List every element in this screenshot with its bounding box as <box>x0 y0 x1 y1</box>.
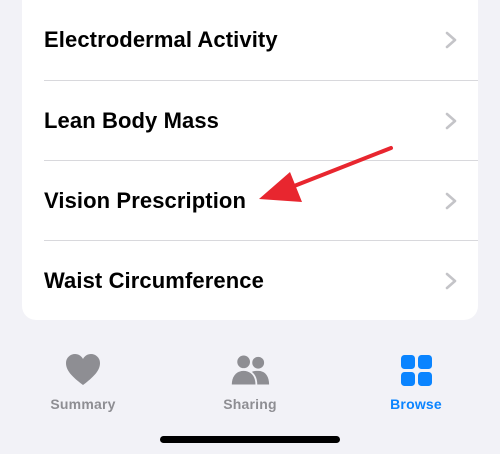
list-item-label: Lean Body Mass <box>44 108 220 133</box>
heart-icon <box>66 354 100 385</box>
list-item-electrodermal-activity[interactable]: Electrodermal Activity <box>22 0 478 80</box>
tab-browse[interactable]: Browse <box>361 352 471 414</box>
tab-label: Browse <box>390 396 442 412</box>
chevron-right-icon <box>445 31 457 49</box>
chevron-right-icon <box>445 192 457 210</box>
list-item-label: Electrodermal Activity <box>44 27 278 52</box>
people-icon <box>231 355 270 385</box>
list-item-waist-circumference[interactable]: Waist Circumference <box>22 241 478 320</box>
list-item-label: Vision Prescription <box>44 188 246 213</box>
tab-label: Sharing <box>223 396 277 412</box>
home-indicator <box>160 436 340 443</box>
list-item-lean-body-mass[interactable]: Lean Body Mass <box>22 81 478 161</box>
tab-summary[interactable]: Summary <box>28 352 138 414</box>
tab-label: Summary <box>50 396 116 412</box>
browse-list-card: Electrodermal Activity Lean Body Mass Vi… <box>22 0 478 320</box>
grid-icon <box>401 355 432 386</box>
list-item-label: Waist Circumference <box>44 268 264 293</box>
list-item-vision-prescription[interactable]: Vision Prescription <box>22 161 478 241</box>
tab-sharing[interactable]: Sharing <box>195 352 305 414</box>
chevron-right-icon <box>445 112 457 130</box>
chevron-right-icon <box>445 272 457 290</box>
